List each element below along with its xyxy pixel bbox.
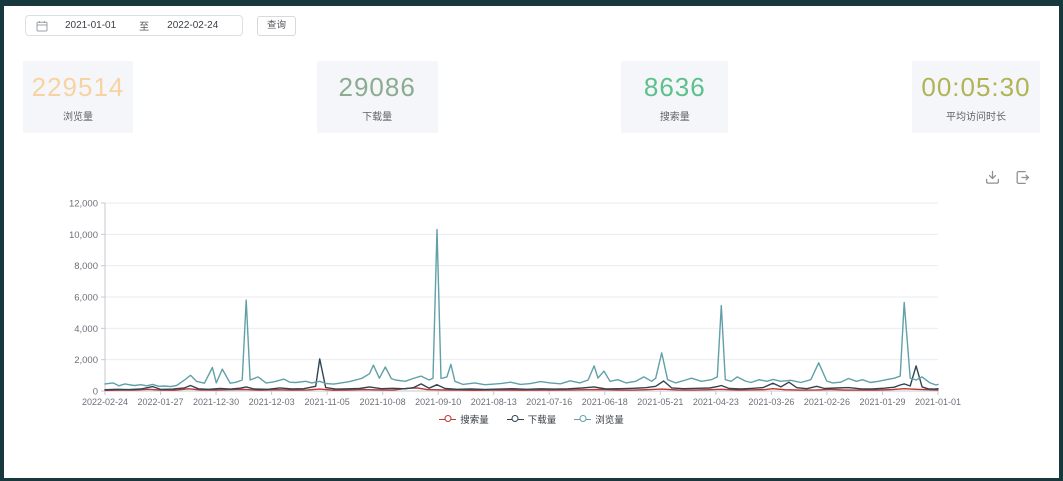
stat-value: 00:05:30 <box>921 72 1030 102</box>
x-tick-label: 2021-06-18 <box>582 397 628 407</box>
y-tick-label: 2,000 <box>74 355 98 366</box>
legend-label: 搜索量 <box>460 412 489 426</box>
traffic-trend-chart: 0 2,000 4,000 6,000 8,000 10,000 12,000 2022-02… <box>4 179 1059 427</box>
page-content: 2021-01-01 至 2022-02-24 查询 229514 浏览量 29… <box>4 15 1059 481</box>
x-tick-label: 2021-10-08 <box>360 397 406 407</box>
query-button[interactable]: 查询 <box>257 16 296 36</box>
x-tick-label: 2021-02-26 <box>804 397 850 407</box>
x-tick-label: 2021-05-21 <box>637 397 683 407</box>
legend-marker <box>439 419 456 420</box>
stat-label: 搜索量 <box>660 108 690 123</box>
stat-card-downloads: 29086 下载量 <box>317 61 438 133</box>
x-tick-label: 2021-01-01 <box>915 397 961 407</box>
chart-legend: 搜索量 下载量 浏览量 <box>4 411 1059 427</box>
x-tick-label: 2021-11-05 <box>304 397 349 407</box>
series-line-浏览量 <box>105 230 938 387</box>
topbar: 2021-01-01 至 2022-02-24 查询 <box>25 15 1059 36</box>
legend-marker <box>574 419 591 420</box>
x-tick-label: 2022-01-27 <box>138 397 184 407</box>
stat-card-pageviews: 229514 浏览量 <box>23 61 133 133</box>
stat-label: 下载量 <box>362 108 392 123</box>
stat-value: 29086 <box>339 72 416 102</box>
stat-value: 8636 <box>644 72 706 102</box>
y-tick-label: 4,000 <box>74 324 98 335</box>
x-tick-label: 2021-12-03 <box>249 397 295 407</box>
x-tick-label: 2021-12-30 <box>193 397 239 407</box>
x-tick-label: 2021-09-10 <box>415 397 461 407</box>
y-tick-label: 8,000 <box>74 261 98 272</box>
legend-item[interactable]: 浏览量 <box>574 412 624 426</box>
x-tick-label: 2021-04-23 <box>693 397 739 407</box>
date-range-picker[interactable]: 2021-01-01 至 2022-02-24 <box>25 15 243 36</box>
y-tick-label: 0 <box>93 387 98 398</box>
app-window: 2021-01-01 至 2022-02-24 查询 229514 浏览量 29… <box>0 0 1063 481</box>
x-tick-label: 2021-01-29 <box>859 397 905 407</box>
stats-row: 229514 浏览量 29086 下载量 8636 搜索量 00:05:30 平… <box>4 61 1059 133</box>
x-tick-label: 2021-07-16 <box>526 397 572 407</box>
stat-label: 浏览量 <box>63 108 93 123</box>
legend-marker <box>507 419 524 420</box>
stat-label: 平均访问时长 <box>946 108 1006 123</box>
legend-label: 下载量 <box>528 412 557 426</box>
legend-label: 浏览量 <box>595 412 624 426</box>
x-tick-label: 2022-02-24 <box>82 397 128 407</box>
calendar-icon <box>36 20 48 32</box>
stat-value: 229514 <box>32 72 125 102</box>
y-tick-label: 10,000 <box>69 230 98 241</box>
stat-card-searches: 8636 搜索量 <box>621 61 728 133</box>
chart-canvas[interactable]: 0 2,000 4,000 6,000 8,000 10,000 12,000 2022-02… <box>4 179 1059 409</box>
x-tick-label: 2021-03-26 <box>748 397 794 407</box>
start-date-value[interactable]: 2021-01-01 <box>65 20 116 31</box>
y-tick-label: 6,000 <box>74 293 98 304</box>
legend-item[interactable]: 搜索量 <box>439 412 489 426</box>
y-tick-label: 12,000 <box>69 199 98 210</box>
stat-card-avg-duration: 00:05:30 平均访问时长 <box>912 61 1040 133</box>
legend-item[interactable]: 下载量 <box>507 412 557 426</box>
x-tick-label: 2021-08-13 <box>471 397 517 407</box>
date-range-separator: 至 <box>139 18 149 33</box>
end-date-value[interactable]: 2022-02-24 <box>167 20 218 31</box>
